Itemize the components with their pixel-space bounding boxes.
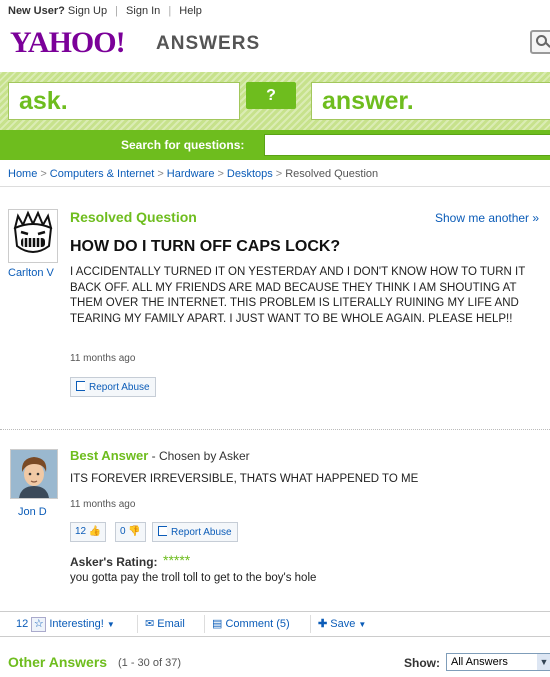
email-label: Email: [157, 618, 185, 630]
comment-icon: ▤: [212, 618, 223, 630]
flag-icon: [158, 526, 167, 536]
divider: |: [115, 5, 118, 17]
divider: [310, 615, 311, 633]
thumbs-down-count: 0: [120, 526, 126, 537]
divider: [137, 615, 138, 633]
email-button[interactable]: ✉ Email: [145, 617, 185, 630]
interesting-count: 12: [16, 618, 29, 630]
chevron-down-icon: ▼: [106, 620, 115, 629]
chosen-by-label: - Chosen by Asker: [148, 449, 250, 463]
answerer-avatar[interactable]: [10, 449, 58, 499]
divider: |: [168, 5, 172, 17]
breadcrumb-computers[interactable]: Computers & Internet: [50, 168, 155, 180]
divider: [0, 186, 550, 187]
save-button[interactable]: ✚ Save ▼: [318, 617, 366, 630]
other-answers-title: Other Answers: [8, 654, 108, 670]
show-label: Show:: [404, 656, 440, 670]
search-input[interactable]: [264, 134, 550, 156]
comment-button[interactable]: ▤ Comment (5): [212, 617, 290, 630]
report-abuse-label: Report Abuse: [171, 527, 232, 538]
search-icon[interactable]: [530, 30, 550, 54]
asker-name[interactable]: Carlton V: [8, 267, 54, 279]
thumbs-down-icon: 👎: [128, 526, 141, 537]
question-timestamp: 11 months ago: [70, 353, 136, 364]
breadcrumb-home[interactable]: Home: [8, 168, 37, 180]
header: YAHOO! ANSWERS: [0, 22, 550, 64]
new-user-label: New User?: [8, 5, 65, 17]
ask-label: ask.: [19, 87, 68, 115]
thumbs-up-button[interactable]: 12 👍: [70, 522, 107, 542]
answerer-avatar-image: [11, 450, 57, 498]
answer-timestamp: 11 months ago: [70, 499, 136, 510]
show-filter-select[interactable]: All Answers ▼: [446, 653, 550, 671]
answerer-name[interactable]: Jon D: [18, 506, 47, 518]
question-body: I ACCIDENTALLY TURNED IT ON YESTERDAY AN…: [70, 266, 526, 325]
answers-title[interactable]: ANSWERS: [156, 33, 260, 55]
sign-in-link[interactable]: Sign In: [126, 5, 160, 17]
breadcrumb: Home > Computers & Internet > Hardware > Deskt…: [8, 168, 379, 180]
comment-label: Comment (5): [225, 618, 290, 630]
answer-body: ITS FOREVER IRREVERSIBLE, THATS WHAT HAP…: [70, 473, 419, 485]
interesting-button[interactable]: 12 ☆ Interesting! ▼: [16, 617, 115, 632]
search-label: Search for questions:: [121, 138, 245, 152]
other-answers-count: (1 - 30 of 37): [118, 657, 181, 669]
ask-box[interactable]: ask.: [8, 82, 240, 120]
rating-comment: you gotta pay the troll toll to get to t…: [70, 572, 317, 584]
top-nav: New User? Sign Up | Sign In | Help: [0, 0, 550, 22]
ween-face-icon: [13, 210, 53, 253]
thumbs-up-count: 12: [75, 526, 87, 537]
chevron-down-icon: ▼: [537, 654, 550, 670]
asker-avatar[interactable]: [8, 209, 58, 263]
best-answer-label: Best Answer: [70, 448, 149, 463]
thumbs-down-button[interactable]: 0 👎: [115, 522, 146, 542]
sign-up-link[interactable]: Sign Up: [68, 5, 107, 17]
thumbs-up-icon: 👍: [88, 526, 102, 537]
answer-report-abuse-button[interactable]: Report Abuse: [152, 522, 238, 542]
action-bar: 12 ☆ Interesting! ▼ ✉ Email ▤ Comment (5…: [0, 611, 550, 637]
question-title: HOW DO I TURN OFF CAPS LOCK?: [70, 238, 341, 255]
report-abuse-label: Report Abuse: [89, 382, 150, 393]
email-icon: ✉: [145, 618, 155, 630]
star-icon: ☆: [31, 617, 47, 632]
question-mark-icon[interactable]: ?: [246, 82, 296, 109]
breadcrumb-hardware[interactable]: Hardware: [167, 168, 215, 180]
show-filter-value: All Answers: [451, 656, 508, 668]
help-link[interactable]: Help: [179, 5, 202, 17]
chevron-down-icon: ▼: [358, 620, 367, 629]
report-abuse-button[interactable]: Report Abuse: [70, 377, 156, 397]
divider: [0, 429, 550, 430]
answer-label: answer.: [322, 87, 414, 115]
breadcrumb-desktops[interactable]: Desktops: [227, 168, 273, 180]
breadcrumb-current: Resolved Question: [285, 168, 379, 180]
flag-icon: [76, 381, 85, 391]
best-answer-header: Best Answer - Chosen by Asker: [70, 448, 250, 463]
show-another-link[interactable]: Show me another »: [435, 211, 539, 225]
yahoo-logo[interactable]: YAHOO!: [10, 26, 126, 60]
search-bar: Search for questions:: [0, 130, 550, 160]
resolved-question-label: Resolved Question: [70, 209, 197, 225]
interesting-label: Interesting!: [49, 618, 104, 630]
divider: [204, 615, 205, 633]
askers-rating-label: Asker's Rating:: [70, 555, 158, 569]
answer-box[interactable]: answer.: [311, 82, 550, 120]
save-label: Save: [330, 618, 356, 630]
rating-stars: *****: [163, 552, 191, 568]
plus-icon: ✚: [318, 618, 328, 630]
